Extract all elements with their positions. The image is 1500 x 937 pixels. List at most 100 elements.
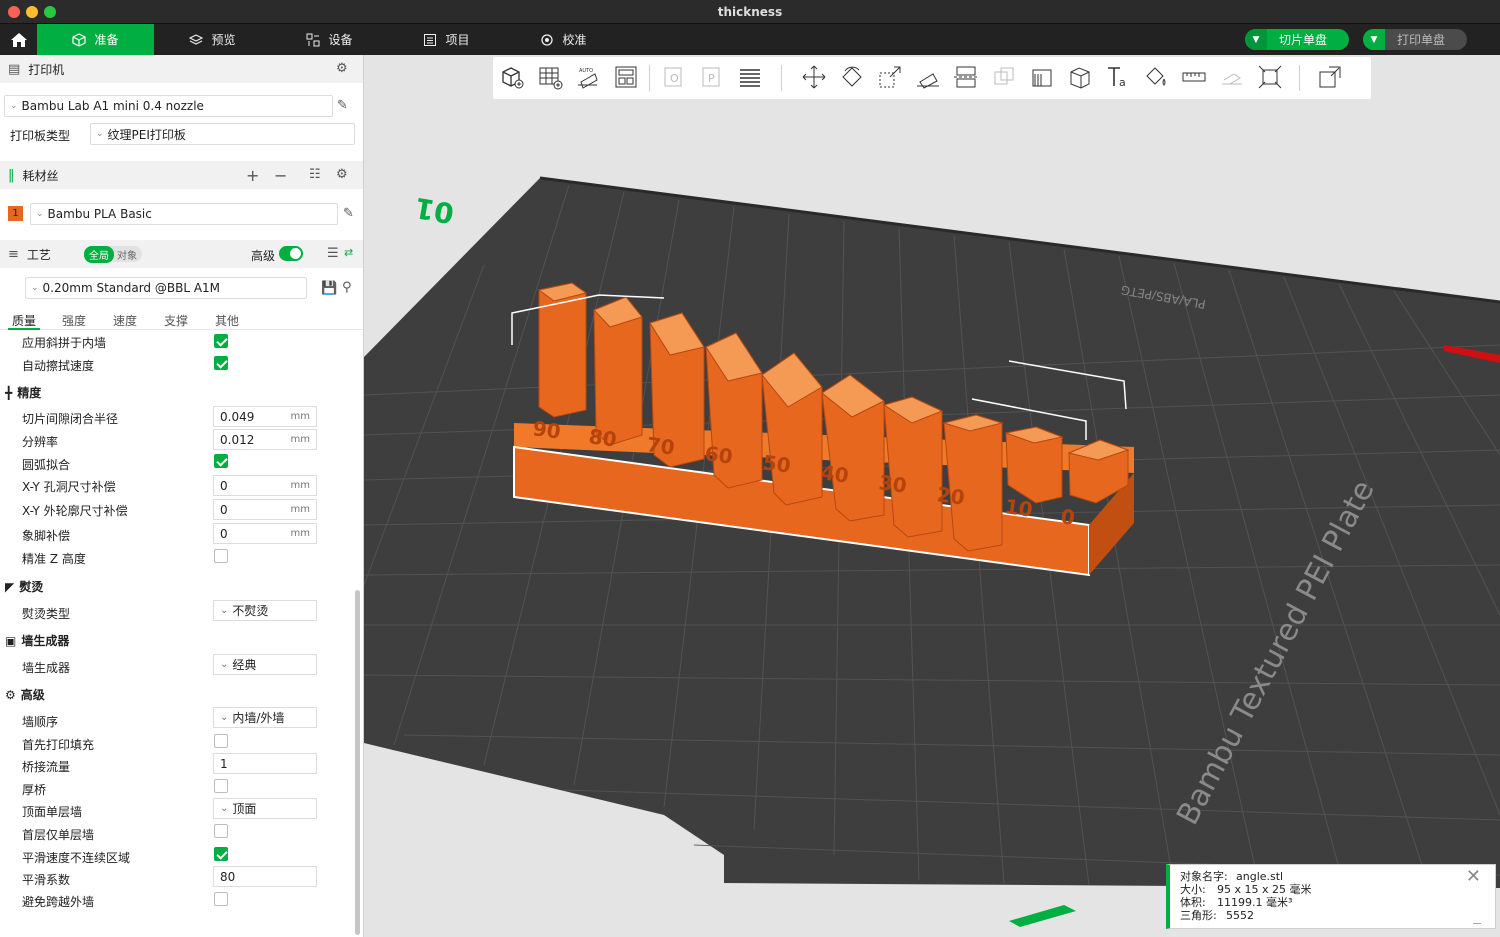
window-title: thickness: [717, 5, 783, 19]
resolution-input[interactable]: 0.012 mm: [213, 429, 317, 450]
smooth-coefficient-input[interactable]: 80: [213, 866, 317, 887]
layers-icon: [189, 33, 204, 47]
text-tool-button[interactable]: a: [1103, 62, 1133, 92]
slice-dropdown-icon[interactable]: ▼: [1245, 29, 1267, 50]
orca-button[interactable]: O: [659, 62, 689, 92]
chevron-down-icon: ⌄: [36, 209, 44, 219]
print-dropdown-icon[interactable]: ▼: [1363, 29, 1385, 50]
setting-label: 自动擦拭速度: [22, 359, 95, 373]
bevel-inner-wall-checkbox[interactable]: [214, 334, 228, 348]
scale-tool-button[interactable]: [875, 62, 905, 92]
lay-on-face-button[interactable]: [913, 62, 943, 92]
toggle-global[interactable]: 全局: [84, 245, 114, 263]
xy-contour-input[interactable]: 0 mm: [213, 499, 317, 520]
cut-tool-button[interactable]: [951, 62, 981, 92]
filament-sync-icon[interactable]: ☷: [309, 167, 321, 182]
elephant-foot-input[interactable]: 0 mm: [213, 523, 317, 544]
layer-list-button[interactable]: [735, 62, 765, 92]
arc-fitting-checkbox[interactable]: [214, 454, 228, 468]
top-one-wall-select[interactable]: ⌄ 顶面: [213, 798, 317, 819]
ironing-type-select[interactable]: ⌄ 不熨烫: [213, 600, 317, 621]
filament-settings-gear-icon[interactable]: ⚙: [336, 167, 348, 182]
3d-viewport[interactable]: 01 PLA/ABS/PETG Bambu Textured PEI Plate: [364, 55, 1500, 937]
tab-quality[interactable]: 质量: [12, 312, 36, 329]
iron-icon: ◤: [5, 579, 15, 594]
rotate-tool-button[interactable]: [837, 62, 867, 92]
filament-section-title: 耗材丝: [22, 168, 59, 183]
edit-filament-icon[interactable]: ✎: [343, 206, 354, 221]
process-compare-icon[interactable]: ⇄: [344, 246, 353, 259]
printer-settings-gear-icon[interactable]: ⚙: [336, 61, 348, 76]
edit-printer-icon[interactable]: ✎: [337, 98, 348, 113]
remove-filament-icon[interactable]: −: [274, 166, 287, 185]
filament-select[interactable]: ⌄ Bambu PLA Basic: [30, 203, 338, 225]
xy-hole-input[interactable]: 0 mm: [213, 475, 317, 496]
move-tool-button[interactable]: [799, 62, 829, 92]
collapse-icon[interactable]: [1473, 923, 1481, 924]
tab-others[interactable]: 其他: [215, 312, 239, 329]
fit-view-button[interactable]: [1255, 62, 1285, 92]
color-paint-button[interactable]: [1141, 62, 1171, 92]
auto-orient-button[interactable]: AUTO: [573, 62, 603, 92]
wall-generator-select[interactable]: ⌄ 经典: [213, 654, 317, 675]
add-filament-icon[interactable]: +: [246, 166, 259, 185]
model-label: 80: [587, 424, 618, 452]
slice-gap-input[interactable]: 0.049 mm: [213, 406, 317, 427]
tab-speed[interactable]: 速度: [113, 312, 137, 329]
setting-label: 墙生成器: [22, 661, 71, 675]
tab-project[interactable]: 项目: [388, 24, 505, 55]
advanced-toggle[interactable]: [279, 246, 303, 261]
toggle-object[interactable]: 对象: [114, 247, 137, 262]
settings-scrollbar[interactable]: [355, 590, 360, 935]
model-label: 10: [1003, 494, 1034, 522]
seam-paint-button[interactable]: [1065, 62, 1095, 92]
tab-strength[interactable]: 强度: [62, 312, 86, 329]
process-section-title: 工艺: [26, 247, 51, 262]
thick-bridge-checkbox[interactable]: [214, 779, 228, 793]
search-icon[interactable]: ⚲: [342, 280, 352, 295]
bridge-flow-input[interactable]: 1: [213, 753, 317, 774]
plate-type-select[interactable]: ⌄ 纹理PEI打印板: [90, 123, 355, 145]
measure-tool-button[interactable]: [1179, 62, 1209, 92]
tab-prepare[interactable]: 准备: [37, 24, 154, 55]
boolean-tool-button[interactable]: [989, 62, 1019, 92]
add-plate-button[interactable]: [535, 62, 565, 92]
tab-support[interactable]: 支撑: [164, 312, 188, 329]
printer-select[interactable]: ⌄ Bambu Lab A1 mini 0.4 nozzle: [4, 95, 333, 117]
filament-slot-badge[interactable]: 1: [8, 206, 23, 221]
chevron-down-icon: ⌄: [220, 605, 229, 616]
tab-calibration[interactable]: 校准: [505, 24, 622, 55]
viewport-toolbar: AUTO O P a: [493, 57, 1371, 99]
tab-device[interactable]: 设备: [271, 24, 388, 55]
tab-preview-label: 预览: [211, 33, 236, 47]
precise-z-checkbox[interactable]: [214, 549, 228, 563]
printer-section-title: 打印机: [28, 62, 65, 77]
split-parts-button[interactable]: [1315, 62, 1345, 92]
svg-text:a: a: [1119, 76, 1126, 89]
home-button[interactable]: [0, 24, 37, 55]
add-object-button[interactable]: [497, 62, 527, 92]
support-paint-button[interactable]: [1027, 62, 1057, 92]
close-icon[interactable]: ✕: [1466, 868, 1481, 886]
save-preset-icon[interactable]: 💾: [321, 281, 337, 296]
slice-plate-button[interactable]: ▼ 切片单盘: [1245, 29, 1349, 50]
assembly-button[interactable]: [1217, 62, 1247, 92]
avoid-crossing-checkbox[interactable]: [214, 892, 228, 906]
global-object-toggle[interactable]: 全局 对象: [84, 245, 142, 263]
tab-preview[interactable]: 预览: [154, 24, 271, 55]
plate-type-label: 打印板类型: [10, 129, 71, 143]
process-preset-select[interactable]: ⌄ 0.20mm Standard @BBL A1M: [25, 277, 307, 299]
wall-order-select[interactable]: ⌄ 内墙/外墙: [213, 707, 317, 728]
plate-p-button[interactable]: P: [697, 62, 727, 92]
smooth-speed-checkbox[interactable]: [214, 847, 228, 861]
infill-first-checkbox[interactable]: [214, 734, 228, 748]
process-list-icon[interactable]: ☰: [327, 246, 339, 261]
setting-label: 桥接流量: [22, 760, 71, 774]
arrange-button[interactable]: [611, 62, 641, 92]
process-section-header: ≡ 工艺 全局 对象 高级 ☰ ⇄: [0, 240, 363, 268]
settings-panel: ▤ 打印机 ⚙ ⌄ Bambu Lab A1 mini 0.4 nozzle ✎…: [0, 55, 364, 937]
first-layer-one-wall-checkbox[interactable]: [214, 824, 228, 838]
slice-plate-label: 切片单盘: [1279, 33, 1328, 47]
auto-wipe-speed-checkbox[interactable]: [214, 356, 228, 370]
print-plate-button[interactable]: ▼ 打印单盘: [1363, 29, 1467, 50]
